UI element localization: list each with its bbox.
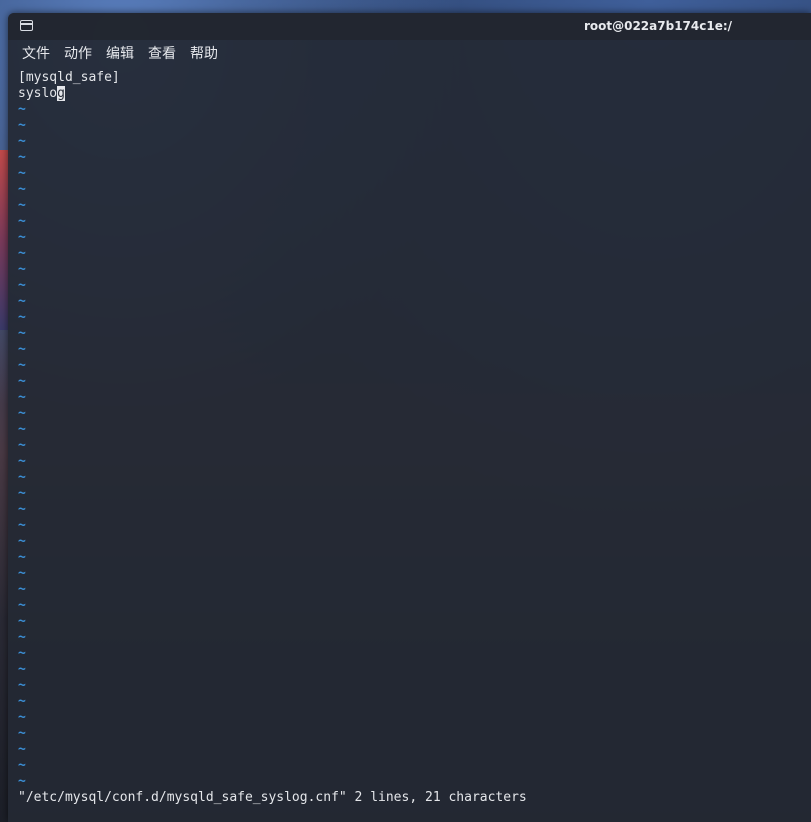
empty-line-marker: ~ (18, 614, 26, 629)
menu-actions[interactable]: 动作 (64, 43, 92, 63)
empty-line-marker: ~ (18, 182, 26, 197)
empty-line-marker: ~ (18, 486, 26, 501)
empty-line-marker: ~ (18, 150, 26, 165)
terminal-window[interactable]: root@022a7b174c1e:/ 文件 动作 编辑 查看 帮助 [mysq… (8, 13, 811, 822)
menu-file[interactable]: 文件 (22, 43, 50, 63)
empty-line-marker: ~ (18, 246, 26, 261)
empty-line-marker: ~ (18, 214, 26, 229)
empty-line-marker: ~ (18, 198, 26, 213)
empty-line-marker: ~ (18, 326, 26, 341)
empty-line-marker: ~ (18, 262, 26, 277)
buffer-line-1: [mysqld_safe] (18, 70, 120, 85)
empty-line-marker: ~ (18, 342, 26, 357)
empty-line-marker: ~ (18, 678, 26, 693)
empty-line-marker: ~ (18, 758, 26, 773)
empty-line-marker: ~ (18, 374, 26, 389)
empty-line-marker: ~ (18, 518, 26, 533)
title-bar[interactable]: root@022a7b174c1e:/ (8, 13, 811, 40)
empty-lines: ~ ~ ~ ~ ~ ~ ~ ~ ~ ~ ~ ~ ~ ~ ~ ~ ~ ~ ~ ~ ~ ~ ~ ~ ~ ~ ~ ~ ~ ~ ~ ~ ~ ~ ~ ~ ~ ~ ~ ~… (18, 102, 808, 790)
empty-line-marker: ~ (18, 710, 26, 725)
empty-line-marker: ~ (18, 550, 26, 565)
empty-line-marker: ~ (18, 134, 26, 149)
empty-line-marker: ~ (18, 774, 26, 789)
window-menu-icon[interactable] (20, 20, 33, 31)
empty-line-marker: ~ (18, 566, 26, 581)
vim-status-line: "/etc/mysql/conf.d/mysqld_safe_syslog.cn… (18, 790, 527, 805)
empty-line-marker: ~ (18, 646, 26, 661)
menu-help[interactable]: 帮助 (190, 43, 218, 63)
empty-line-marker: ~ (18, 294, 26, 309)
menu-bar: 文件 动作 编辑 查看 帮助 (8, 40, 811, 66)
empty-line-marker: ~ (18, 534, 26, 549)
buffer-line-2-text: syslo (18, 86, 58, 101)
menu-edit[interactable]: 编辑 (106, 43, 134, 63)
empty-line-marker: ~ (18, 630, 26, 645)
empty-line-marker: ~ (18, 454, 26, 469)
empty-line-marker: ~ (18, 118, 26, 133)
empty-line-marker: ~ (18, 406, 26, 421)
empty-line-marker: ~ (18, 502, 26, 517)
text-cursor: g (57, 86, 65, 101)
empty-line-marker: ~ (18, 742, 26, 757)
empty-line-marker: ~ (18, 230, 26, 245)
empty-line-marker: ~ (18, 278, 26, 293)
empty-line-marker: ~ (18, 102, 26, 117)
empty-line-marker: ~ (18, 310, 26, 325)
empty-line-marker: ~ (18, 582, 26, 597)
empty-line-marker: ~ (18, 390, 26, 405)
empty-line-marker: ~ (18, 422, 26, 437)
empty-line-marker: ~ (18, 470, 26, 485)
vim-editor-buffer[interactable]: [mysqld_safe] syslog ~ ~ ~ ~ ~ ~ ~ ~ ~ ~ ~ ~ ~ ~ ~ ~ ~ ~ ~… (18, 70, 808, 790)
empty-line-marker: ~ (18, 358, 26, 373)
buffer-line-2: syslog (18, 86, 808, 102)
empty-line-marker: ~ (18, 598, 26, 613)
empty-line-marker: ~ (18, 438, 26, 453)
menu-view[interactable]: 查看 (148, 43, 176, 63)
empty-line-marker: ~ (18, 726, 26, 741)
empty-line-marker: ~ (18, 694, 26, 709)
window-title: root@022a7b174c1e:/ (583, 19, 733, 33)
empty-line-marker: ~ (18, 166, 26, 181)
empty-line-marker: ~ (18, 662, 26, 677)
